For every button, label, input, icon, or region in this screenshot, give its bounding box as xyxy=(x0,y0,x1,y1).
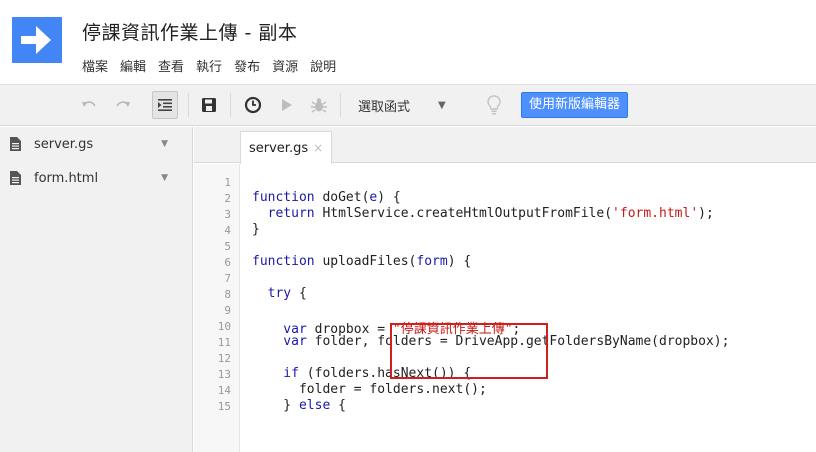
code-keyword: try xyxy=(252,286,292,301)
line-number: 1 xyxy=(224,176,231,189)
file-icon xyxy=(10,171,24,185)
code-string: 'form.html' xyxy=(612,206,699,221)
save-icon[interactable] xyxy=(198,91,220,119)
line-number: 2 xyxy=(224,192,231,205)
code-param: form xyxy=(416,254,448,269)
code-keyword: if xyxy=(252,366,299,381)
code-line-14: folder = folders.next(); xyxy=(252,382,487,397)
code-text: doGet( xyxy=(314,190,370,205)
code-line-3: return HtmlService.createHtmlOutputFromF… xyxy=(252,206,714,221)
menu-bar: 檔案 編輯 查看 執行 發布 資源 說明 xyxy=(82,56,336,75)
code-line-2: function doGet(e) { xyxy=(252,190,401,205)
file-item-form-html[interactable]: form.html ▼ xyxy=(0,161,192,195)
code-text: } xyxy=(252,398,299,413)
code-text: HtmlService.createHtmlOutputFromFile( xyxy=(314,206,613,221)
redo-icon[interactable] xyxy=(112,91,134,119)
chevron-down-icon[interactable]: ▼ xyxy=(161,173,168,183)
use-new-editor-button[interactable]: 使用新版編輯器 xyxy=(521,92,629,118)
line-number: 12 xyxy=(217,352,231,365)
menu-publish[interactable]: 發布 xyxy=(234,56,260,75)
line-number: 5 xyxy=(224,240,231,253)
line-number: 9 xyxy=(224,304,231,317)
chevron-down-icon: ▼ xyxy=(438,99,446,111)
code-line-8: try { xyxy=(252,286,307,301)
menu-run[interactable]: 執行 xyxy=(196,56,222,75)
function-select[interactable]: 選取函式 ▼ xyxy=(346,91,474,119)
code-keyword: function xyxy=(252,190,315,205)
chevron-down-icon[interactable]: ▼ xyxy=(161,139,168,149)
code-editor[interactable]: function doGet(e) { return HtmlService.c… xyxy=(240,164,816,452)
line-number: 6 xyxy=(224,256,231,269)
toolbar-divider xyxy=(188,93,189,117)
annotation-highlight-box xyxy=(390,323,548,379)
line-number: 11 xyxy=(217,336,231,349)
run-icon[interactable] xyxy=(276,91,298,119)
line-number: 15 xyxy=(217,400,231,413)
lightbulb-icon[interactable] xyxy=(482,91,506,119)
function-select-label: 選取函式 xyxy=(358,99,411,115)
line-number: 4 xyxy=(224,224,231,237)
code-text: ); xyxy=(698,206,714,221)
code-line-15: } else { xyxy=(252,398,346,413)
menu-help[interactable]: 說明 xyxy=(310,56,336,75)
editor-tab-strip: server.gs × xyxy=(194,127,816,164)
menu-resources[interactable]: 資源 xyxy=(272,56,298,75)
code-line-6: function uploadFiles(form) { xyxy=(252,254,471,269)
code-line-4: } xyxy=(252,222,260,237)
code-text: { xyxy=(330,398,346,413)
line-number: 13 xyxy=(217,368,231,381)
line-number: 14 xyxy=(217,384,231,397)
file-name: server.gs xyxy=(34,136,94,152)
arrow-right-icon xyxy=(21,26,51,54)
file-item-server-gs[interactable]: server.gs ▼ xyxy=(0,127,192,161)
undo-icon[interactable] xyxy=(78,91,100,119)
trigger-clock-icon[interactable] xyxy=(240,91,266,119)
file-icon xyxy=(10,137,24,151)
indent-icon[interactable] xyxy=(152,91,178,119)
menu-edit[interactable]: 編輯 xyxy=(120,56,146,75)
file-sidebar: server.gs ▼ form.html ▼ xyxy=(0,127,193,452)
line-number: 7 xyxy=(224,272,231,285)
code-keyword: function xyxy=(252,254,315,269)
close-icon[interactable]: × xyxy=(313,141,323,155)
file-name: form.html xyxy=(34,170,99,186)
debug-icon[interactable] xyxy=(306,91,332,119)
menu-view[interactable]: 查看 xyxy=(158,56,184,75)
tab-server-gs[interactable]: server.gs × xyxy=(240,131,333,164)
code-text: { xyxy=(291,286,307,301)
code-text: uploadFiles( xyxy=(314,254,417,269)
line-number: 8 xyxy=(224,288,231,301)
line-number-gutter: 1 2 3 4 5 6 7 8 9 10 11 12 13 14 15 xyxy=(194,164,240,452)
toolbar-divider xyxy=(230,93,231,117)
tab-label: server.gs xyxy=(249,140,309,156)
line-number: 10 xyxy=(217,320,231,333)
apps-script-logo[interactable] xyxy=(12,17,62,63)
toolbar-divider xyxy=(340,93,341,117)
code-text: ) { xyxy=(447,254,472,269)
menu-file[interactable]: 檔案 xyxy=(82,56,108,75)
toolbar: 選取函式 ▼ 使用新版編輯器 xyxy=(0,84,816,126)
code-keyword: else xyxy=(298,398,331,413)
line-number: 3 xyxy=(224,208,231,221)
code-keyword: var xyxy=(252,334,307,349)
project-title[interactable]: 停課資訊作業上傳 - 副本 xyxy=(82,18,297,45)
code-keyword: return xyxy=(252,206,315,221)
code-text: ) { xyxy=(377,190,401,205)
